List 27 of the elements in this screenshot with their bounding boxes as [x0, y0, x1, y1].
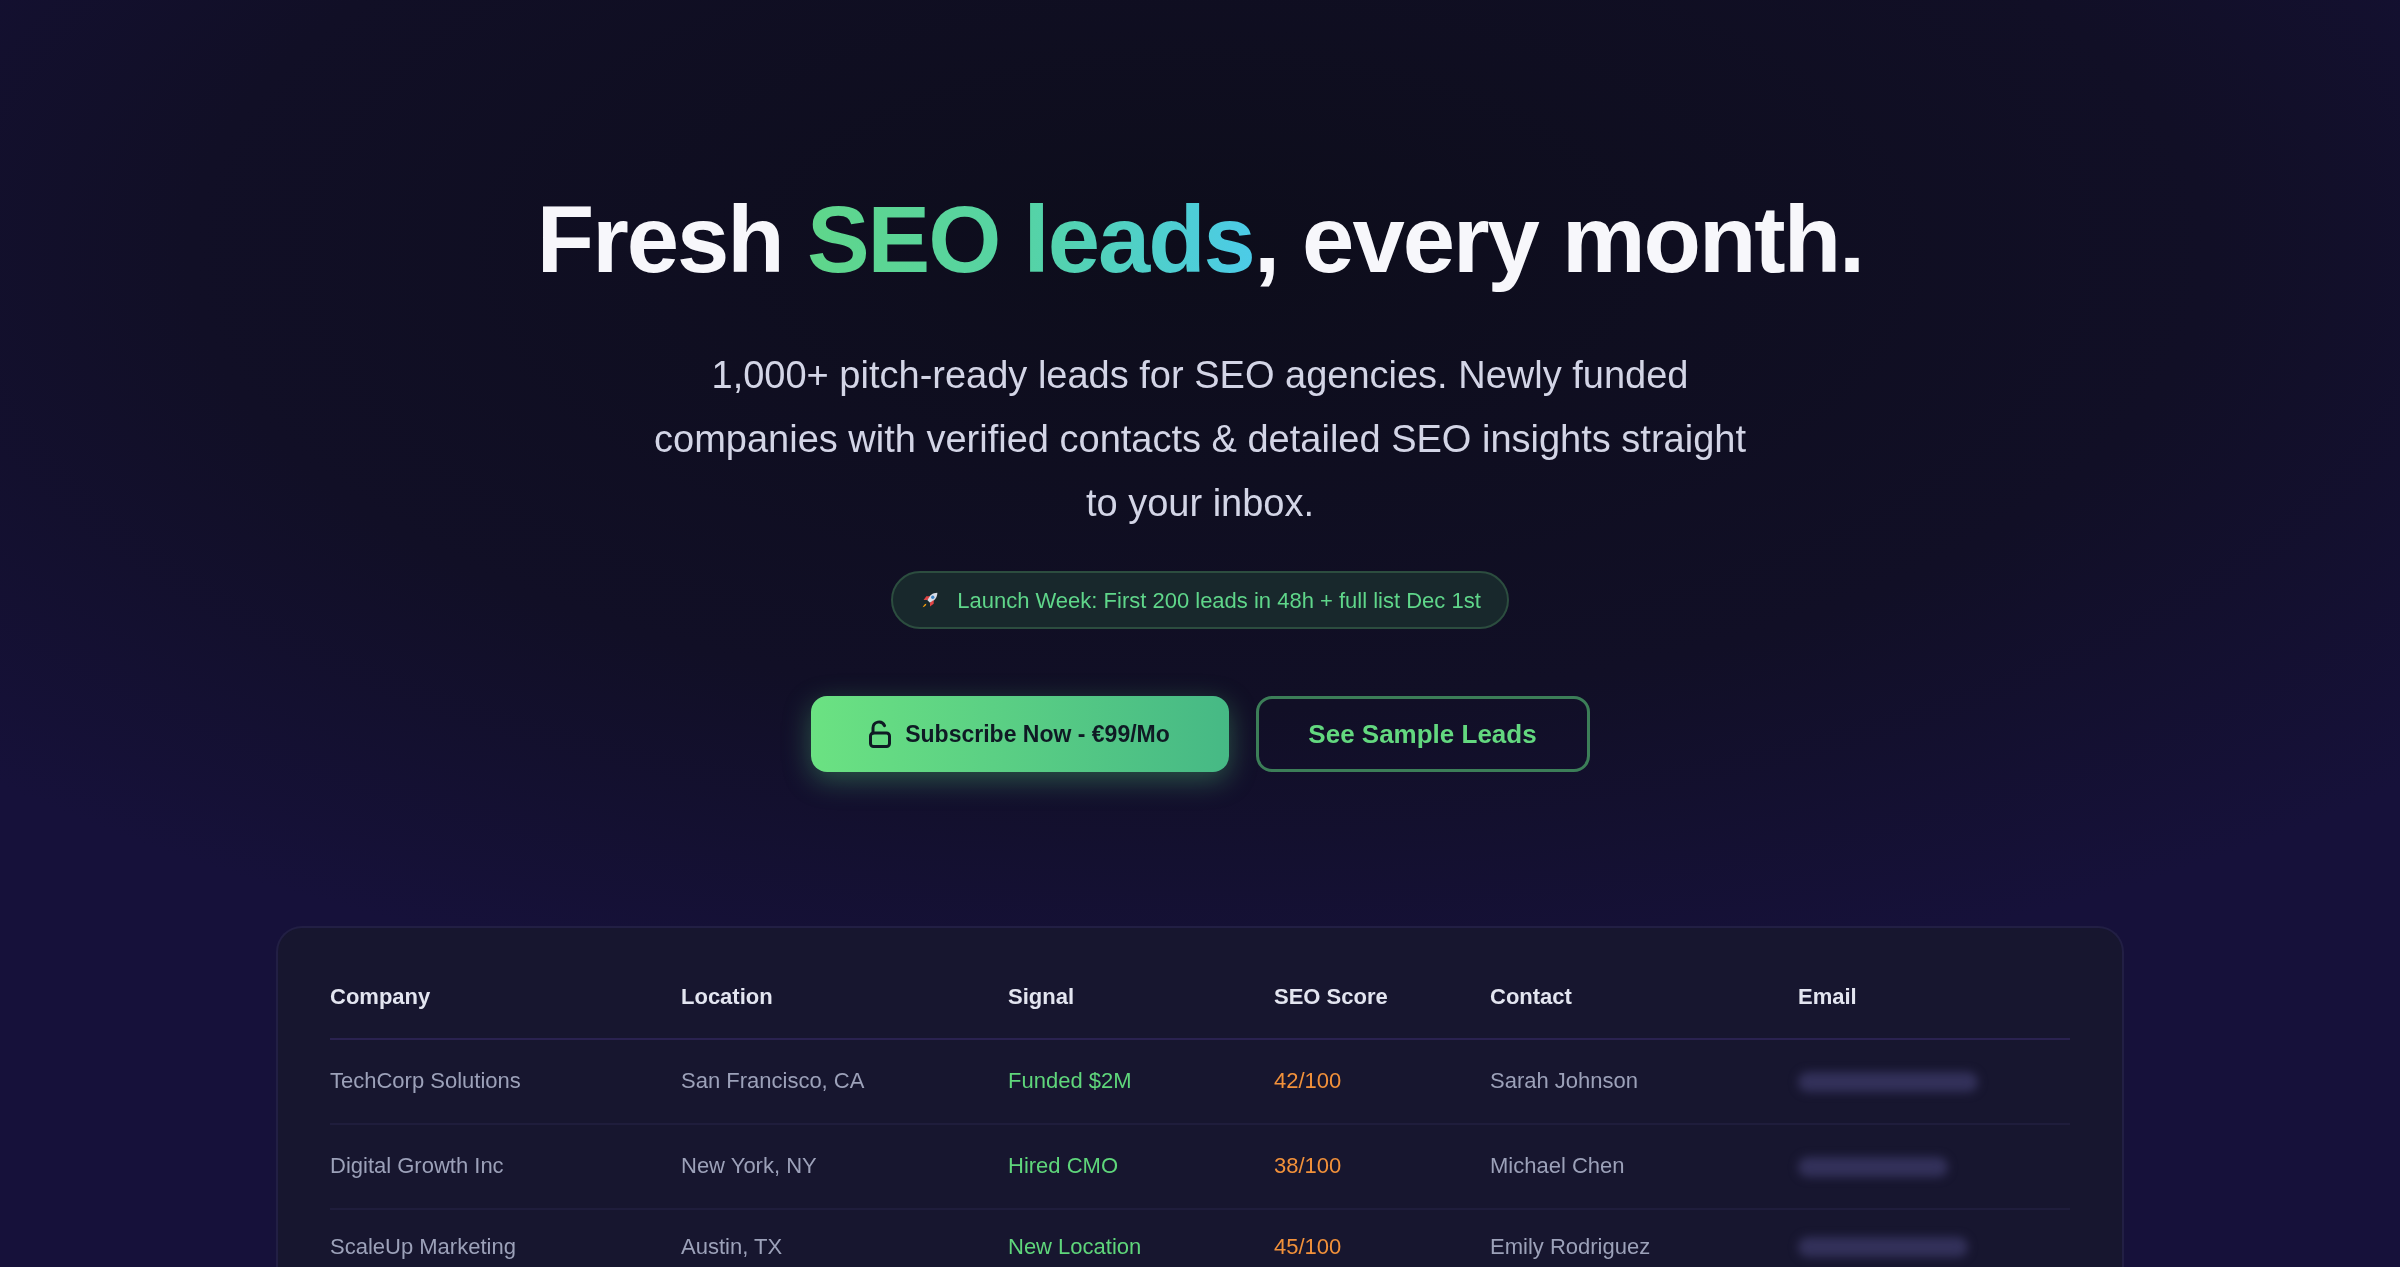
hero-heading: Fresh SEO leads, every month. [536, 186, 1864, 294]
table-cell: Digital Growth Inc [330, 1152, 504, 1178]
table-cell: New York, NY [681, 1152, 817, 1178]
column-header: Signal [1008, 983, 1074, 1009]
unlocked-padlock-icon [869, 720, 892, 748]
badge-text: Launch Week: First 200 leads in 48h + full list Dec 1st [957, 586, 1481, 615]
hero-subtitle: 1,000+ pitch-ready leads for SEO agencies. Newly funded companies with verified contacts & detailed SEO insights straight to your inbox. [653, 353, 1747, 526]
column-header: Company [330, 983, 431, 1009]
table-cell: TechCorp Solutions [330, 1067, 521, 1093]
table-cell: Austin, TX [681, 1234, 783, 1259]
table-cell: San Francisco, CA [681, 1067, 865, 1093]
sample-leads-button[interactable]: See Sample Leads [1255, 696, 1590, 772]
column-header: Location [681, 983, 773, 1009]
table-cell: ScaleUp Marketing [330, 1234, 516, 1259]
column-header: Email [1798, 983, 1857, 1009]
table-cell: 38/100 [1274, 1152, 1342, 1178]
table-cell: Sarah Johnson [1490, 1067, 1638, 1093]
table-cell: 45/100 [1274, 1234, 1342, 1259]
table-cell: Hired CMO [1008, 1152, 1118, 1178]
column-header: SEO Score [1274, 983, 1388, 1009]
table-cell: 42/100 [1274, 1067, 1342, 1093]
column-header: Contact [1490, 983, 1572, 1009]
table-cell: Emily Rodriguez [1490, 1234, 1651, 1259]
table-cell: Funded $2M [1008, 1067, 1132, 1093]
table-cell: Michael Chen [1490, 1152, 1625, 1178]
subscribe-button[interactable]: Subscribe Now - €99/Mo [810, 696, 1229, 772]
table-cell: New Location [1008, 1234, 1142, 1259]
